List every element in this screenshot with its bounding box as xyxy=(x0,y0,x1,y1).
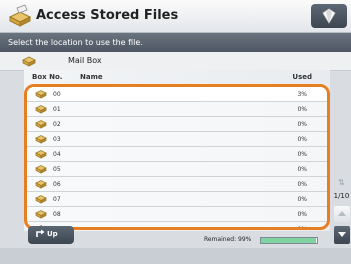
box-icon xyxy=(35,90,47,99)
box-icon xyxy=(35,105,47,114)
pager-column: ⇅ 1/10 xyxy=(332,178,351,248)
box-icon xyxy=(35,210,47,219)
box-icon xyxy=(35,195,47,204)
table-row[interactable]: 06 0% xyxy=(27,177,327,192)
scroll-icon: ⇅ xyxy=(338,178,345,187)
up-arrow-icon xyxy=(35,229,45,240)
scroll-down-button[interactable] xyxy=(334,226,350,244)
title-bar: Access Stored Files xyxy=(0,0,351,33)
table-row[interactable]: 02 0% xyxy=(27,117,327,132)
box-number: 08 xyxy=(53,211,61,218)
box-used: 0% xyxy=(297,121,307,128)
box-icon xyxy=(35,135,47,144)
box-icon xyxy=(35,180,47,189)
rows-container: 00 3% 01 0% 02 0% 03 0% 04 0% 05 0% 06 0… xyxy=(24,84,330,230)
table-row[interactable]: 08 0% xyxy=(27,207,327,222)
box-used: 0% xyxy=(297,136,307,143)
footer-strip xyxy=(0,248,351,264)
box-used: 0% xyxy=(297,211,307,218)
box-number: 04 xyxy=(53,151,61,158)
capacity-meter-fill xyxy=(261,238,316,243)
table-row[interactable]: 04 0% xyxy=(27,147,327,162)
table-row[interactable]: 00 3% xyxy=(27,87,327,102)
gem-button[interactable] xyxy=(311,4,347,28)
box-used: 3% xyxy=(297,91,307,98)
location-row: Mail Box xyxy=(0,52,351,71)
scroll-up-button[interactable] xyxy=(334,206,350,222)
box-number: 06 xyxy=(53,181,61,188)
box-number: 05 xyxy=(53,166,61,173)
location-label: Mail Box xyxy=(68,56,102,65)
box-icon xyxy=(35,150,47,159)
table-row[interactable]: 01 0% xyxy=(27,102,327,117)
box-used: 0% xyxy=(297,151,307,158)
page-indicator: 1/10 xyxy=(333,192,350,200)
triangle-up-icon xyxy=(338,211,346,216)
table-row[interactable]: 03 0% xyxy=(27,132,327,147)
table-row[interactable]: 07 0% xyxy=(27,192,327,207)
remained-text: Remained: 99% xyxy=(204,236,252,243)
box-number: 03 xyxy=(53,136,61,143)
box-used: 0% xyxy=(297,181,307,188)
instruction-bar: Select the location to use the file. xyxy=(0,33,351,52)
box-icon xyxy=(35,120,47,129)
table-row[interactable]: 05 0% xyxy=(27,162,327,177)
box-used: 0% xyxy=(297,196,307,203)
box-number: 02 xyxy=(53,121,61,128)
box-used: 0% xyxy=(297,226,307,230)
box-used: 0% xyxy=(297,106,307,113)
box-number: 07 xyxy=(53,196,61,203)
mailbox-list: Box No. Name Used 00 3% 01 0% 02 0% 03 0… xyxy=(24,70,330,231)
mailbox-icon xyxy=(22,56,36,67)
capacity-meter xyxy=(260,237,318,244)
page-title: Access Stored Files xyxy=(36,8,179,23)
column-box-no: Box No. xyxy=(32,73,63,81)
box-number: 00 xyxy=(53,91,61,98)
box-icon xyxy=(35,165,47,174)
up-button[interactable]: Up xyxy=(28,226,74,244)
triangle-down-icon xyxy=(338,232,346,237)
bottom-bar: Up Remained: 99% xyxy=(24,226,330,248)
box-number: 01 xyxy=(53,106,61,113)
column-name: Name xyxy=(80,73,103,81)
gem-icon xyxy=(322,8,336,24)
column-used: Used xyxy=(292,73,312,81)
storage-box-icon xyxy=(8,4,32,27)
up-label: Up xyxy=(47,230,58,238)
column-header: Box No. Name Used xyxy=(24,70,330,83)
box-used: 0% xyxy=(297,166,307,173)
